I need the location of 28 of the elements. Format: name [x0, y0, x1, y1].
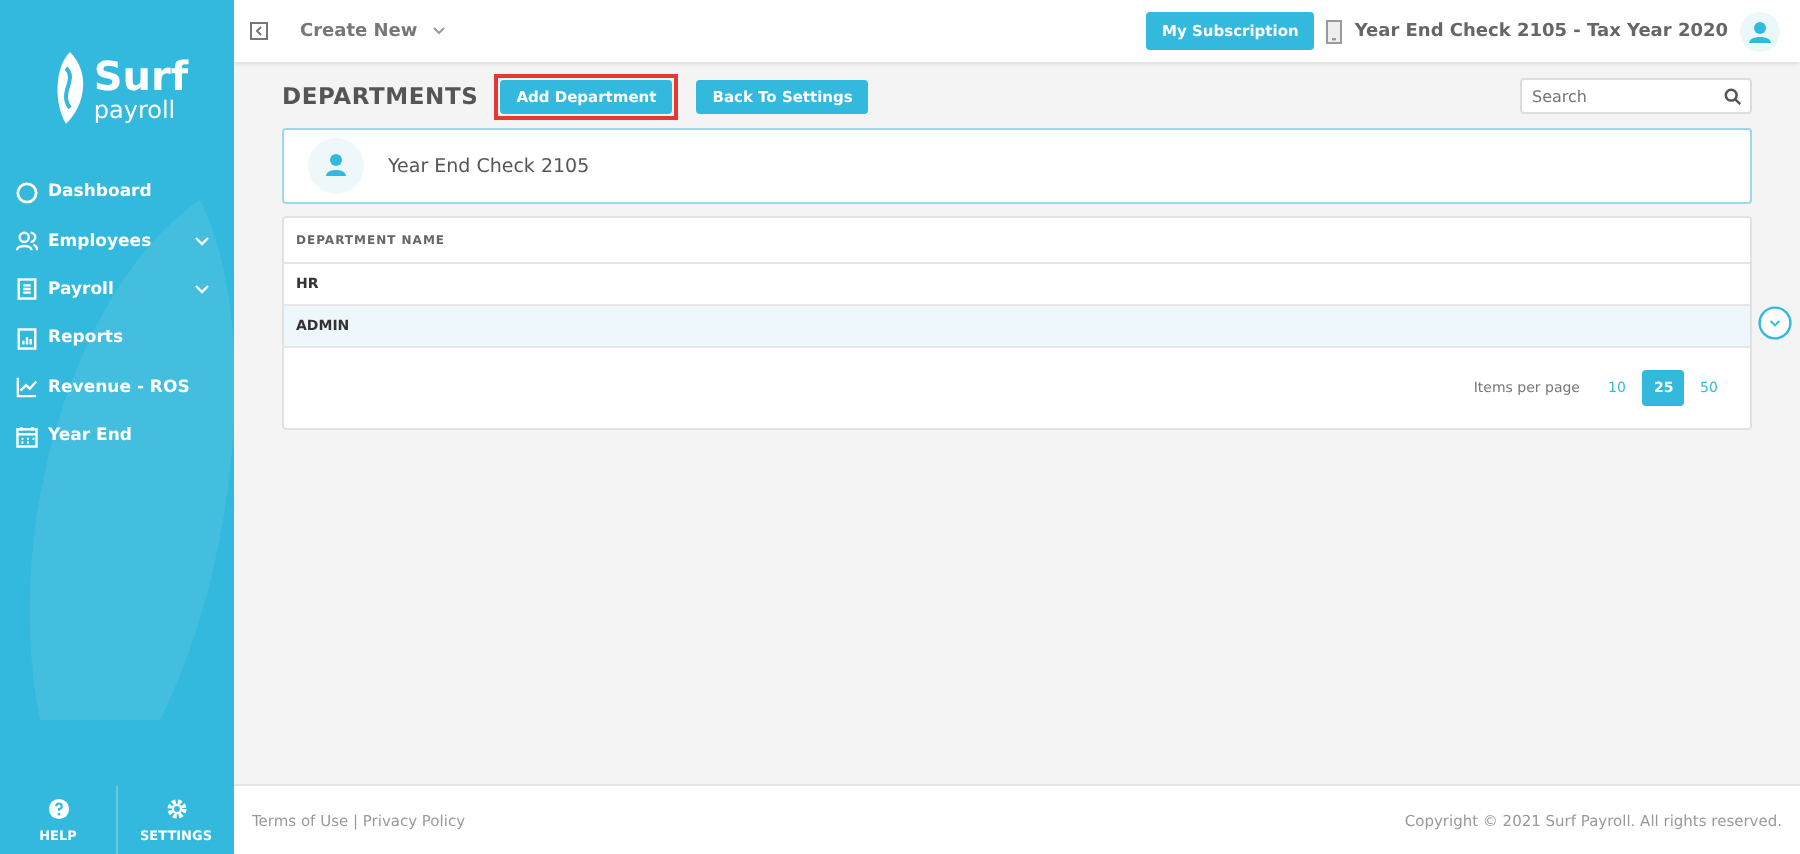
document-icon — [16, 278, 38, 301]
create-new-menu[interactable]: Create New — [300, 21, 446, 41]
sidebar-item[interactable]: Revenue - ROS — [0, 363, 234, 412]
line-chart-icon — [16, 376, 38, 399]
sidebar-item[interactable]: Dashboard — [0, 168, 234, 217]
people-icon — [16, 230, 38, 253]
user-icon — [308, 138, 364, 194]
report-icon — [16, 327, 38, 350]
avatar-icon[interactable] — [1740, 11, 1780, 51]
help-icon — [47, 797, 69, 819]
page-title: DEPARTMENTS — [282, 82, 479, 110]
expand-row-icon[interactable] — [1758, 306, 1792, 340]
sidebar-item[interactable]: Employees — [0, 216, 234, 266]
sidebar-item[interactable]: Payroll — [0, 265, 234, 315]
company-card-title: Year End Check 2105 — [388, 155, 590, 177]
pie-chart-icon — [16, 181, 38, 204]
calendar-icon — [16, 425, 38, 448]
sidebar-item[interactable]: Year End — [0, 411, 234, 461]
company-name: Year End Check 2105 - Tax Year 2020 — [1354, 21, 1728, 41]
chevron-down-icon — [431, 26, 446, 36]
logo-subtext: payroll — [93, 97, 178, 121]
collapse-icon[interactable] — [250, 22, 268, 40]
search-icon — [1724, 87, 1742, 105]
settings-icon — [165, 797, 187, 819]
tablet-icon — [1326, 19, 1343, 43]
logo-text: Surf — [93, 55, 189, 95]
search-field[interactable]: Search — [1520, 78, 1752, 114]
sidebar-item[interactable]: Reports — [0, 314, 234, 364]
